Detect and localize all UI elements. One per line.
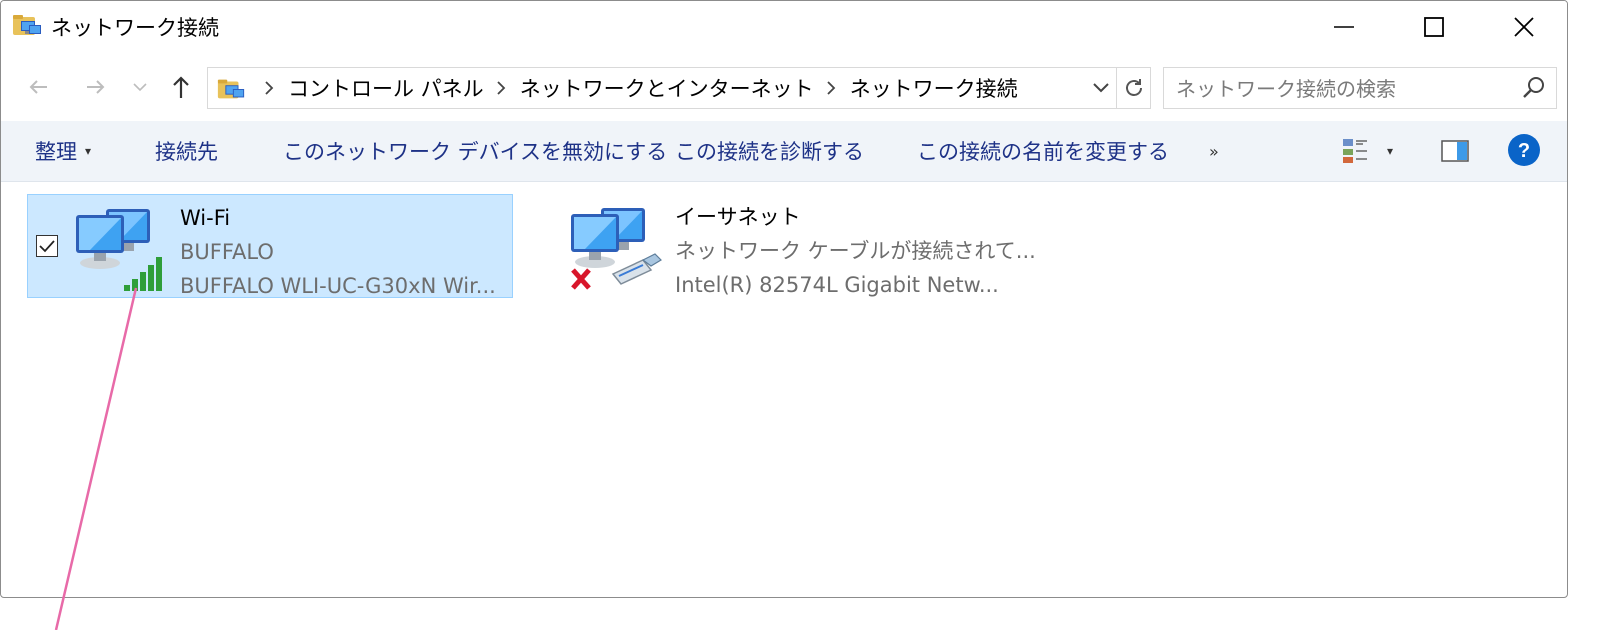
chevron-right-icon[interactable] (826, 81, 836, 95)
arrow-up-icon (173, 76, 189, 98)
help-icon[interactable]: ? (1507, 133, 1541, 167)
breadcrumb: コントロール パネル ネットワークとインターネット ネットワーク接続 (252, 68, 1018, 108)
network-connections-window: ネットワーク接続 コントロール パネル ネットワークとインターネット ネットワー… (0, 0, 1568, 598)
more-commands-button[interactable]: » (1209, 121, 1219, 181)
diagnose-button[interactable]: この接続を診断する (675, 121, 864, 181)
connection-adapter: Intel(R) 82574L Gigabit Netw... (675, 273, 999, 297)
caret-down-icon: ▾ (85, 144, 92, 158)
rename-button[interactable]: この接続の名前を変更する (917, 121, 1169, 181)
chevron-down-icon (133, 83, 147, 92)
refresh-icon (1125, 79, 1142, 96)
connect-to-button[interactable]: 接続先 (155, 121, 218, 181)
preview-pane-button[interactable] (1437, 135, 1473, 167)
maximize-button[interactable] (1389, 1, 1479, 53)
caret-down-icon: ▾ (1387, 144, 1394, 158)
diagnose-label: この接続を診断する (675, 140, 864, 164)
recent-locations-button[interactable] (125, 67, 155, 107)
command-bar: 整理 ▾ 接続先 このネットワーク デバイスを無効にする この接続を診断する この… (1, 121, 1567, 182)
chevron-down-icon (1093, 83, 1109, 93)
connection-item-wifi[interactable]: Wi-Fi BUFFALO BUFFALO WLI-UC-G30xN Wir..… (27, 194, 513, 298)
disable-device-label: このネットワーク デバイスを無効にする (283, 140, 668, 164)
breadcrumb-network-connections[interactable]: ネットワーク接続 (850, 73, 1018, 103)
chevron-right-icon[interactable] (496, 81, 506, 95)
organize-label: 整理 (35, 140, 77, 164)
network-connections-icon (217, 79, 245, 99)
back-button[interactable] (21, 67, 57, 107)
ethernet-network-icon (571, 208, 662, 290)
wireless-network-icon (76, 209, 162, 291)
address-bar[interactable]: コントロール パネル ネットワークとインターネット ネットワーク接続 (207, 67, 1117, 109)
item-checkbox[interactable] (36, 235, 58, 257)
connection-details: イーサネット ネットワーク ケーブルが接続されて... Intel(R) 825… (675, 200, 1036, 302)
connections-list: Wi-Fi BUFFALO BUFFALO WLI-UC-G30xN Wir..… (1, 182, 1567, 597)
refresh-button[interactable] (1117, 67, 1151, 109)
rename-label: この接続の名前を変更する (917, 140, 1169, 164)
connection-status: ネットワーク ケーブルが接続されて... (675, 239, 1036, 263)
connection-name: イーサネット (675, 205, 801, 229)
connection-network: BUFFALO (180, 240, 274, 264)
connection-name: Wi-Fi (180, 206, 231, 230)
arrow-left-icon (29, 80, 47, 94)
chevron-right-icon[interactable] (264, 81, 274, 95)
search-input[interactable] (1174, 68, 1518, 110)
connection-adapter: BUFFALO WLI-UC-G30xN Wir... (180, 274, 496, 298)
minimize-icon (1334, 26, 1354, 28)
minimize-button[interactable] (1299, 1, 1389, 53)
search-box[interactable] (1163, 67, 1557, 110)
connection-item-ethernet[interactable]: イーサネット ネットワーク ケーブルが接続されて... Intel(R) 825… (561, 194, 1036, 298)
close-button[interactable] (1479, 1, 1567, 53)
breadcrumb-control-panel[interactable]: コントロール パネル (288, 73, 484, 103)
navigation-bar: コントロール パネル ネットワークとインターネット ネットワーク接続 (1, 61, 1567, 113)
change-view-button[interactable]: ▾ (1341, 135, 1405, 167)
check-icon (39, 240, 55, 253)
connection-details: Wi-Fi BUFFALO BUFFALO WLI-UC-G30xN Wir..… (180, 201, 496, 303)
forward-button[interactable] (77, 67, 113, 107)
breadcrumb-network-internet[interactable]: ネットワークとインターネット (520, 73, 814, 103)
view-options-icon (1343, 139, 1367, 163)
network-connections-icon (13, 15, 41, 35)
title-bar[interactable]: ネットワーク接続 (1, 1, 1567, 53)
arrow-right-icon (87, 80, 105, 94)
address-history-dropdown[interactable] (1086, 68, 1116, 108)
preview-pane-icon (1441, 140, 1469, 162)
window-title: ネットワーク接続 (51, 16, 219, 40)
close-icon (1514, 17, 1534, 37)
svg-text:?: ? (1518, 140, 1530, 162)
search-icon[interactable] (1522, 76, 1546, 100)
organize-menu-button[interactable]: 整理 ▾ (35, 121, 91, 181)
disable-device-button[interactable]: このネットワーク デバイスを無効にする (283, 121, 667, 181)
maximize-icon (1424, 17, 1444, 37)
up-button[interactable] (163, 67, 199, 107)
connect-to-label: 接続先 (155, 140, 218, 164)
